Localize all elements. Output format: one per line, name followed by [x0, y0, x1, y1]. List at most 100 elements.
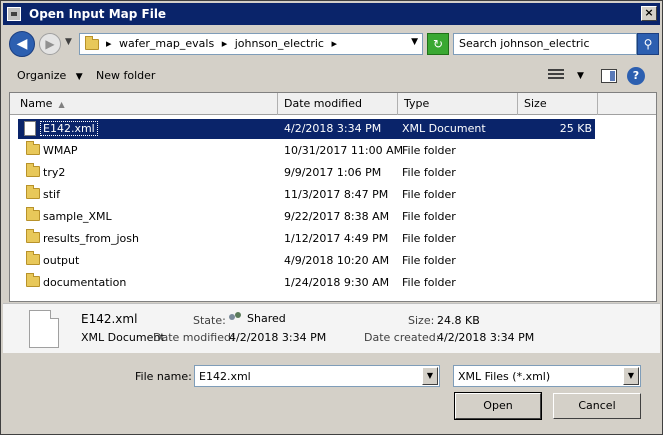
file-date: 10/31/2017 11:00 AM — [284, 144, 404, 157]
file-type: File folder — [402, 254, 456, 267]
folder-row-stif[interactable]: stif 11/3/2017 8:47 PM File folder — [10, 183, 656, 205]
folder-row-wmap[interactable]: WMAP 10/31/2017 11:00 AM File folder — [10, 139, 656, 161]
navigation-bar: ◀ ▶ ▼ ▸ wafer_map_evals ▸ johnson_electr… — [3, 27, 660, 61]
file-type-filter[interactable]: XML Files (*.xml) ▼ — [453, 365, 641, 387]
file-date: 9/22/2017 8:38 AM — [284, 210, 390, 223]
folder-icon — [26, 229, 40, 243]
open-file-dialog: Open Input Map File × ◀ ▶ ▼ ▸ wafer_map_… — [0, 0, 663, 435]
folder-icon — [26, 185, 40, 199]
file-type: File folder — [402, 232, 456, 245]
organize-menu[interactable]: Organize ▼ — [17, 69, 83, 82]
file-type: File folder — [402, 166, 456, 179]
details-state-label: State: — [193, 314, 226, 327]
chevron-down-icon[interactable]: ▼ — [422, 367, 438, 385]
folder-row-output[interactable]: output 4/9/2018 10:20 AM File folder — [10, 249, 656, 271]
search-icon[interactable]: ⚲ — [637, 33, 659, 55]
folder-row-documentation[interactable]: documentation 1/24/2018 9:30 AM File fol… — [10, 271, 656, 293]
details-state-value: Shared — [247, 312, 286, 325]
file-row-e142-xml[interactable]: E142.xml 4/2/2018 3:34 PM XML Document 2… — [10, 117, 656, 139]
close-button[interactable]: × — [641, 6, 657, 21]
file-date: 11/3/2017 8:47 PM — [284, 188, 389, 201]
preview-pane-icon[interactable] — [601, 69, 617, 83]
back-button[interactable]: ◀ — [9, 31, 35, 57]
sort-ascending-icon: ▲ — [58, 100, 65, 109]
column-header-row: Name ▲ Date modified Type Size — [10, 93, 656, 115]
address-dropdown-icon[interactable]: ▼ — [411, 37, 418, 47]
view-dropdown-icon[interactable]: ▼ — [577, 71, 584, 81]
folder-icon — [26, 163, 40, 177]
open-button[interactable]: Open — [454, 392, 542, 420]
app-icon — [7, 7, 21, 21]
folder-icon — [26, 207, 40, 221]
file-type: File folder — [402, 276, 456, 289]
refresh-button[interactable]: ↻ — [427, 33, 449, 55]
recent-locations-chevron-icon[interactable]: ▼ — [65, 37, 72, 47]
cancel-button[interactable]: Cancel — [553, 393, 641, 419]
help-icon[interactable]: ? — [627, 67, 645, 85]
column-header-size[interactable]: Size — [518, 93, 598, 115]
shared-icon — [229, 312, 243, 324]
breadcrumb-item[interactable]: wafer_map_evals — [119, 37, 214, 50]
command-bar: Organize ▼ New folder ▼ ? — [3, 63, 660, 89]
details-pane: E142.xml XML Document State: Shared Date… — [3, 303, 660, 353]
file-name: sample_XML — [43, 210, 112, 223]
file-name: WMAP — [43, 144, 78, 157]
column-name-label: Name — [20, 97, 53, 110]
file-preview-icon — [29, 310, 59, 348]
details-created-label: Date created: — [364, 331, 440, 344]
details-modified-label: Date modified: — [153, 331, 235, 344]
file-type-filter-value: XML Files (*.xml) — [458, 370, 551, 383]
file-name-combobox[interactable]: E142.xml ▼ — [194, 365, 440, 387]
folder-icon — [26, 273, 40, 287]
file-name: E142.xml — [40, 121, 98, 136]
address-bar[interactable]: ▸ wafer_map_evals ▸ johnson_electric ▸ ▼ — [79, 33, 423, 55]
search-input[interactable]: Search johnson_electric — [453, 33, 637, 55]
new-folder-button[interactable]: New folder — [96, 69, 155, 82]
file-type: XML Document — [402, 122, 486, 135]
file-name-field[interactable]: E142.xml — [199, 370, 251, 383]
chevron-down-icon[interactable]: ▼ — [623, 367, 639, 385]
folder-row-sample-xml[interactable]: sample_XML 9/22/2017 8:38 AM File folder — [10, 205, 656, 227]
chevron-down-icon: ▼ — [75, 72, 83, 82]
organize-label: Organize — [17, 69, 67, 82]
column-header-type[interactable]: Type — [398, 93, 518, 115]
details-filename: E142.xml — [81, 312, 138, 326]
folder-icon — [26, 141, 40, 155]
forward-button[interactable]: ▶ — [39, 33, 61, 55]
file-name: try2 — [43, 166, 66, 179]
file-name-label: File name: — [135, 370, 192, 383]
file-name: documentation — [43, 276, 127, 289]
file-type: File folder — [402, 188, 456, 201]
column-header-date-modified[interactable]: Date modified — [278, 93, 398, 115]
file-name: stif — [43, 188, 60, 201]
file-date: 1/24/2018 9:30 AM — [284, 276, 390, 289]
details-created-value: 4/2/2018 3:34 PM — [437, 331, 535, 344]
view-options-icon[interactable] — [548, 69, 564, 82]
folder-icon — [85, 36, 99, 50]
file-list[interactable]: Name ▲ Date modified Type Size E142.xml 4… — [9, 92, 657, 302]
column-header-name[interactable]: Name ▲ — [10, 93, 278, 115]
file-date: 4/2/2018 3:34 PM — [284, 122, 382, 135]
folder-row-results-from-josh[interactable]: results_from_josh 1/12/2017 4:49 PM File… — [10, 227, 656, 249]
breadcrumb-separator[interactable]: ▸ — [331, 37, 337, 50]
file-name: output — [43, 254, 80, 267]
file-type: File folder — [402, 144, 456, 157]
window-title: Open Input Map File — [29, 7, 167, 21]
file-date: 9/9/2017 1:06 PM — [284, 166, 382, 179]
details-modified-value: 4/2/2018 3:34 PM — [229, 331, 327, 344]
file-name: results_from_josh — [43, 232, 139, 245]
title-bar[interactable]: Open Input Map File × — [3, 3, 660, 25]
file-rows: E142.xml 4/2/2018 3:34 PM XML Document 2… — [10, 117, 656, 293]
folder-icon — [26, 251, 40, 265]
xml-file-icon — [24, 121, 36, 136]
folder-row-try2[interactable]: try2 9/9/2017 1:06 PM File folder — [10, 161, 656, 183]
file-size: 25 KB — [559, 122, 592, 135]
file-date: 4/9/2018 10:20 AM — [284, 254, 390, 267]
file-date: 1/12/2017 4:49 PM — [284, 232, 389, 245]
breadcrumb-separator[interactable]: ▸ — [222, 37, 228, 50]
file-type: File folder — [402, 210, 456, 223]
breadcrumb-item[interactable]: johnson_electric — [235, 37, 324, 50]
details-size-label: Size: — [408, 314, 435, 327]
breadcrumb-separator[interactable]: ▸ — [106, 37, 112, 50]
details-size-value: 24.8 KB — [437, 314, 480, 327]
